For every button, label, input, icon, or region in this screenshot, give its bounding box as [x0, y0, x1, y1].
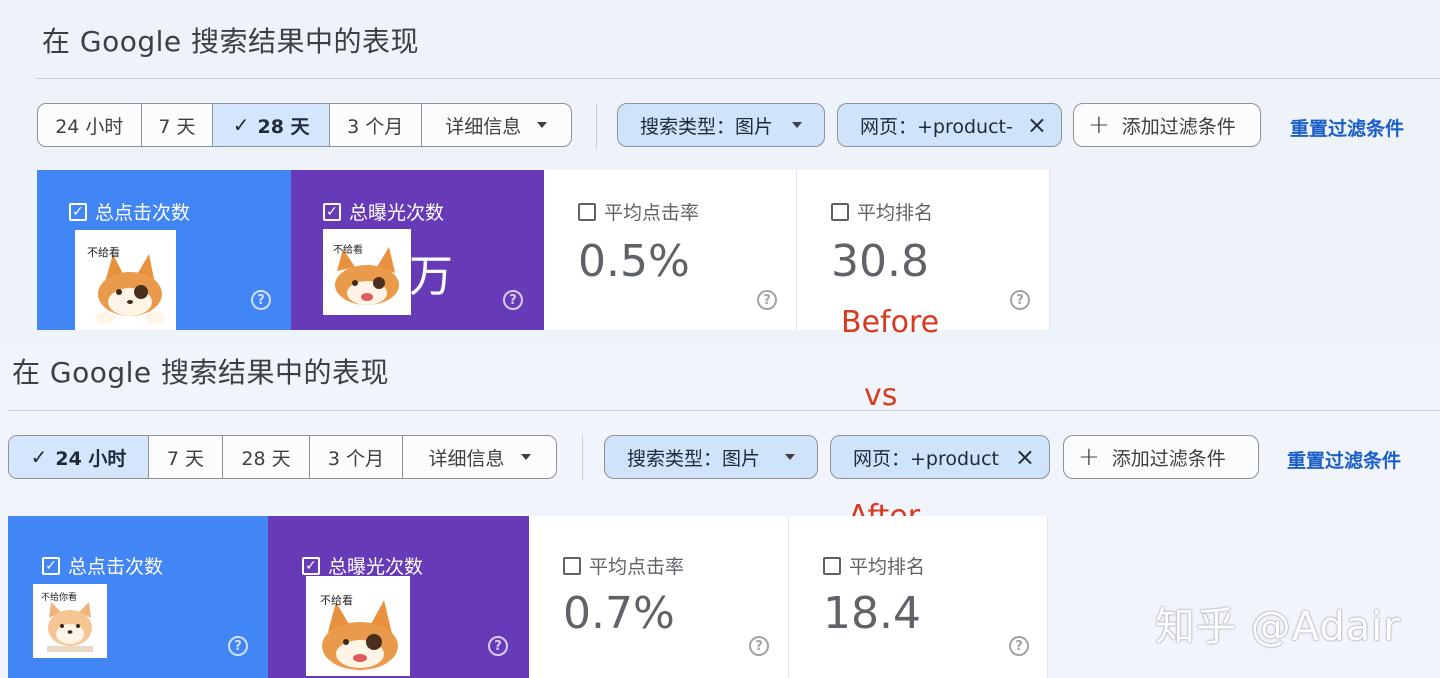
- caret-down-icon: [537, 122, 548, 128]
- checkbox-unchecked-icon[interactable]: [831, 202, 849, 221]
- metric-label: 平均点击率: [589, 556, 685, 578]
- avg-ctr-card[interactable]: 平均点击率 0.7% ?: [529, 516, 789, 678]
- checkbox-unchecked-icon[interactable]: [823, 556, 841, 575]
- reset-filters-link[interactable]: 重置过滤条件: [1290, 114, 1404, 141]
- range-3m-button[interactable]: 3 个月: [330, 104, 422, 146]
- search-type-filter[interactable]: 搜索类型：图片: [617, 103, 825, 147]
- plus-icon: +: [1078, 442, 1100, 472]
- separator: [596, 103, 597, 149]
- reset-filters-link[interactable]: 重置过滤条件: [1287, 446, 1401, 473]
- range-24h-button[interactable]: 24 小时: [38, 104, 142, 146]
- help-icon[interactable]: ?: [757, 290, 777, 310]
- dog-sticker-image: 不给你看: [33, 584, 107, 658]
- checkbox-checked-icon[interactable]: ✓: [69, 202, 87, 221]
- avg-ctr-card[interactable]: 平均点击率 0.5% ?: [544, 170, 797, 330]
- range-24h-button[interactable]: ✓ 24 小时: [9, 436, 149, 478]
- details-dropdown[interactable]: 详细信息: [403, 436, 556, 478]
- range-3m-button[interactable]: 3 个月: [310, 436, 403, 478]
- date-range-group: ✓ 24 小时 7 天 28 天 3 个月 详细信息: [8, 435, 557, 479]
- range-28d-button[interactable]: ✓ 28 天: [213, 104, 330, 146]
- metric-label: 总曝光次数: [349, 202, 445, 224]
- metric-value: 万: [409, 251, 453, 302]
- corgi-sticker-image: 不给看: [306, 576, 410, 676]
- caret-down-icon: [792, 122, 802, 128]
- checkbox-checked-icon[interactable]: ✓: [302, 556, 320, 575]
- checkbox-checked-icon[interactable]: ✓: [42, 556, 60, 575]
- page-title: 在 Google 搜索结果中的表现: [42, 25, 420, 58]
- metric-value: 0.5%: [578, 236, 690, 287]
- metric-label: 平均排名: [857, 202, 934, 224]
- watermark: 知乎 @Adair: [1155, 604, 1401, 650]
- metric-label: 平均排名: [849, 556, 926, 578]
- check-icon: ✓: [30, 445, 48, 469]
- help-icon[interactable]: ?: [1010, 290, 1030, 310]
- before-panel: 在 Google 搜索结果中的表现 24 小时 7 天 ✓ 28 天 3 个月 详…: [0, 0, 1440, 344]
- help-icon[interactable]: ?: [488, 636, 508, 656]
- page-filter[interactable]: 网页：+product ×: [830, 435, 1050, 479]
- after-panel: 在 Google 搜索结果中的表现 vs ✓ 24 小时 7 天 28 天 3 个…: [0, 344, 1440, 678]
- help-icon[interactable]: ?: [228, 636, 248, 656]
- checkbox-checked-icon[interactable]: ✓: [323, 202, 341, 221]
- metric-label: 平均点击率: [604, 202, 700, 224]
- metric-label: 总曝光次数: [328, 556, 424, 578]
- check-icon: ✓: [232, 113, 250, 137]
- vs-annotation: vs: [864, 378, 898, 413]
- divider: [36, 78, 1440, 79]
- details-dropdown[interactable]: 详细信息: [422, 104, 571, 146]
- metric-label: 总点击次数: [95, 202, 191, 224]
- corgi-sticker-image: 不给看: [323, 229, 411, 315]
- date-range-group: 24 小时 7 天 ✓ 28 天 3 个月 详细信息: [37, 103, 572, 147]
- avg-position-card[interactable]: 平均排名 18.4 ?: [789, 516, 1048, 678]
- caret-down-icon: [520, 454, 531, 460]
- metric-value: 0.7%: [563, 588, 675, 639]
- caret-down-icon: [785, 454, 795, 460]
- range-7d-button[interactable]: 7 天: [142, 104, 214, 146]
- range-28d-button[interactable]: 28 天: [223, 436, 310, 478]
- add-filter-button[interactable]: + 添加过滤条件: [1073, 103, 1261, 147]
- close-icon[interactable]: ×: [1027, 111, 1047, 139]
- help-icon[interactable]: ?: [251, 290, 271, 310]
- corgi-sticker-image: 不给看: [75, 230, 176, 330]
- metric-value: 18.4: [823, 588, 921, 639]
- checkbox-unchecked-icon[interactable]: [578, 202, 596, 221]
- help-icon[interactable]: ?: [1009, 636, 1029, 656]
- divider: [8, 410, 1440, 411]
- search-type-filter[interactable]: 搜索类型：图片: [604, 435, 818, 479]
- metric-value: 30.8: [831, 236, 929, 287]
- plus-icon: +: [1088, 110, 1110, 140]
- add-filter-button[interactable]: + 添加过滤条件: [1063, 435, 1259, 479]
- checkbox-unchecked-icon[interactable]: [563, 556, 581, 575]
- close-icon[interactable]: ×: [1015, 443, 1035, 471]
- before-annotation: Before: [841, 305, 940, 340]
- help-icon[interactable]: ?: [503, 290, 523, 310]
- corgi-icon: [322, 600, 398, 670]
- range-7d-button[interactable]: 7 天: [149, 436, 223, 478]
- page-filter[interactable]: 网页：+product- ×: [837, 103, 1062, 147]
- page-title: 在 Google 搜索结果中的表现: [12, 356, 390, 389]
- separator: [582, 435, 583, 481]
- metric-label: 总点击次数: [68, 556, 164, 578]
- help-icon[interactable]: ?: [749, 636, 769, 656]
